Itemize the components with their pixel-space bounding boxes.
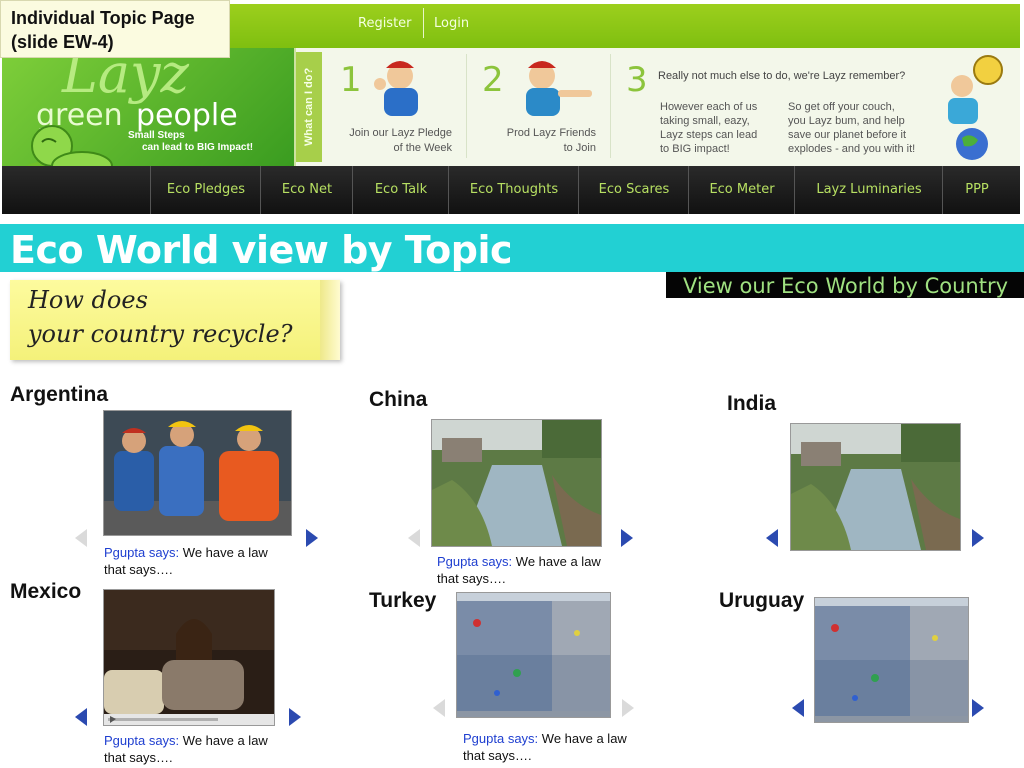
recycling-bales-image xyxy=(815,598,968,722)
nav-eco-net[interactable]: Eco Net xyxy=(260,166,353,214)
slide-label-id: (slide EW-4) xyxy=(11,32,114,52)
mexico-prev-arrow-icon[interactable] xyxy=(75,708,87,726)
logo-word-people: people xyxy=(136,98,238,133)
argentina-prev-arrow-icon[interactable] xyxy=(75,529,87,547)
mexico-next-arrow-icon[interactable] xyxy=(289,708,301,726)
photo-china-river[interactable] xyxy=(431,419,602,547)
sticky-note-line-1: How does xyxy=(28,286,148,314)
river-photo-image xyxy=(791,424,960,550)
comment-author[interactable]: Pgupta says: xyxy=(104,545,179,560)
lazy-mascot-icon xyxy=(25,125,113,166)
step-1-line-1: Join our Layz Pledge xyxy=(349,127,452,139)
step-1-number: 1 xyxy=(340,60,362,100)
logo-tagline-1: Small Steps xyxy=(128,130,185,141)
view-by-country-link[interactable]: View our Eco World by Country xyxy=(666,272,1024,298)
step-1-text[interactable]: Join our Layz Pledge of the Week xyxy=(322,126,452,156)
logo-tagline-2: can lead to BIG Impact! xyxy=(142,142,254,153)
country-name-mexico: Mexico xyxy=(10,580,82,603)
sticky-note: How does your country recycle? xyxy=(10,280,340,360)
nav-eco-thoughts[interactable]: Eco Thoughts xyxy=(448,166,579,214)
india-prev-arrow-icon[interactable] xyxy=(766,529,778,547)
step-3-number: 3 xyxy=(626,60,648,100)
top-link-divider xyxy=(423,8,424,38)
photo-argentina-workers[interactable] xyxy=(103,410,292,536)
nav-eco-scares[interactable]: Eco Scares xyxy=(578,166,689,214)
nav-ppp[interactable]: PPP xyxy=(942,166,1011,214)
china-prev-arrow-icon[interactable] xyxy=(408,529,420,547)
sticky-note-curl xyxy=(320,280,340,360)
workers-photo-image xyxy=(104,411,291,535)
sticky-note-line-2: your country recycle? xyxy=(28,320,293,348)
comment-author[interactable]: Pgupta says: xyxy=(463,731,538,746)
step-3-col2-line: save our planet before it xyxy=(788,129,907,141)
cartoon-man-on-globe-icon xyxy=(948,55,1003,160)
country-name-china: China xyxy=(369,388,428,411)
nav-layz-luminaries[interactable]: Layz Luminaries xyxy=(794,166,943,214)
cartoon-man-pointing-icon xyxy=(526,61,592,116)
comment-author[interactable]: Pgupta says: xyxy=(104,733,179,748)
page-title: Eco World view by Topic xyxy=(10,228,513,272)
turkey-prev-arrow-icon[interactable] xyxy=(433,699,445,717)
uruguay-prev-arrow-icon[interactable] xyxy=(792,699,804,717)
step-2-line-2: to Join xyxy=(563,142,596,154)
step-1-line-2: of the Week xyxy=(393,142,453,154)
comment-turkey: Pgupta says: We have a law that says…. xyxy=(463,730,643,764)
step-3-col1-line: However each of us xyxy=(660,101,758,113)
step-3-heading: Really not much else to do, we're Layz r… xyxy=(658,70,906,82)
step-3-col1-line: Layz steps can lead xyxy=(660,129,758,141)
photo-uruguay-recycling-bales[interactable] xyxy=(814,597,969,723)
login-link[interactable]: Login xyxy=(434,16,469,31)
what-can-i-do-tab[interactable]: What can I do? xyxy=(296,52,322,162)
step-3-col2-line: So get off your couch, xyxy=(788,101,895,113)
step-2-line-1: Prod Layz Friends xyxy=(506,127,596,139)
china-next-arrow-icon[interactable] xyxy=(621,529,633,547)
register-link[interactable]: Register xyxy=(358,16,412,31)
comment-china: Pgupta says: We have a law that says…. xyxy=(437,553,617,587)
photo-india-river[interactable] xyxy=(790,423,961,551)
country-name-turkey: Turkey xyxy=(369,589,437,612)
country-name-argentina: Argentina xyxy=(10,383,109,406)
step-3-col1-line: to BIG impact! xyxy=(660,143,730,155)
recycling-bales-image xyxy=(457,593,610,717)
step-3-column-1: However each of us taking small, eazy, L… xyxy=(660,100,780,156)
title-banner: Eco World view by Topic xyxy=(0,224,1024,272)
india-next-arrow-icon[interactable] xyxy=(972,529,984,547)
video-mexico-interview[interactable] xyxy=(103,589,275,726)
uruguay-next-arrow-icon[interactable] xyxy=(972,699,984,717)
site-logo[interactable]: Layz green people Small Steps can lead t… xyxy=(2,48,294,166)
step-3-col2-line: explodes - and you with it! xyxy=(788,143,916,155)
step-divider xyxy=(610,54,611,158)
river-photo-image xyxy=(432,420,601,546)
comment-author[interactable]: Pgupta says: xyxy=(437,554,512,569)
cartoon-man-thumbs-up-icon xyxy=(374,61,418,116)
main-nav: Eco Pledges Eco Net Eco Talk Eco Thought… xyxy=(2,166,1020,214)
steps-panel: What can I do? 1 Join our Layz Pledge of… xyxy=(296,48,1020,166)
step-2-text[interactable]: Prod Layz Friends to Join xyxy=(466,126,596,156)
video-player-image xyxy=(104,590,274,725)
slide-label: Individual Topic Page (slide EW-4) xyxy=(0,0,230,58)
country-name-uruguay: Uruguay xyxy=(719,589,805,612)
step-3-col1-line: taking small, eazy, xyxy=(660,115,750,127)
country-name-india: India xyxy=(727,392,777,415)
step-2-number: 2 xyxy=(482,60,504,100)
comment-mexico: Pgupta says: We have a law that says…. xyxy=(104,732,284,766)
nav-eco-talk[interactable]: Eco Talk xyxy=(352,166,449,214)
turkey-next-arrow-icon[interactable] xyxy=(622,699,634,717)
step-3-col2-line: you Layz bum, and help xyxy=(788,115,905,127)
comment-argentina: Pgupta says: We have a law that says…. xyxy=(104,544,284,578)
step-3-column-2: So get off your couch, you Layz bum, and… xyxy=(788,100,938,156)
slide-label-title: Individual Topic Page xyxy=(11,8,195,28)
nav-eco-pledges[interactable]: Eco Pledges xyxy=(150,166,261,214)
nav-eco-meter[interactable]: Eco Meter xyxy=(688,166,795,214)
photo-turkey-recycling-bales[interactable] xyxy=(456,592,611,718)
argentina-next-arrow-icon[interactable] xyxy=(306,529,318,547)
